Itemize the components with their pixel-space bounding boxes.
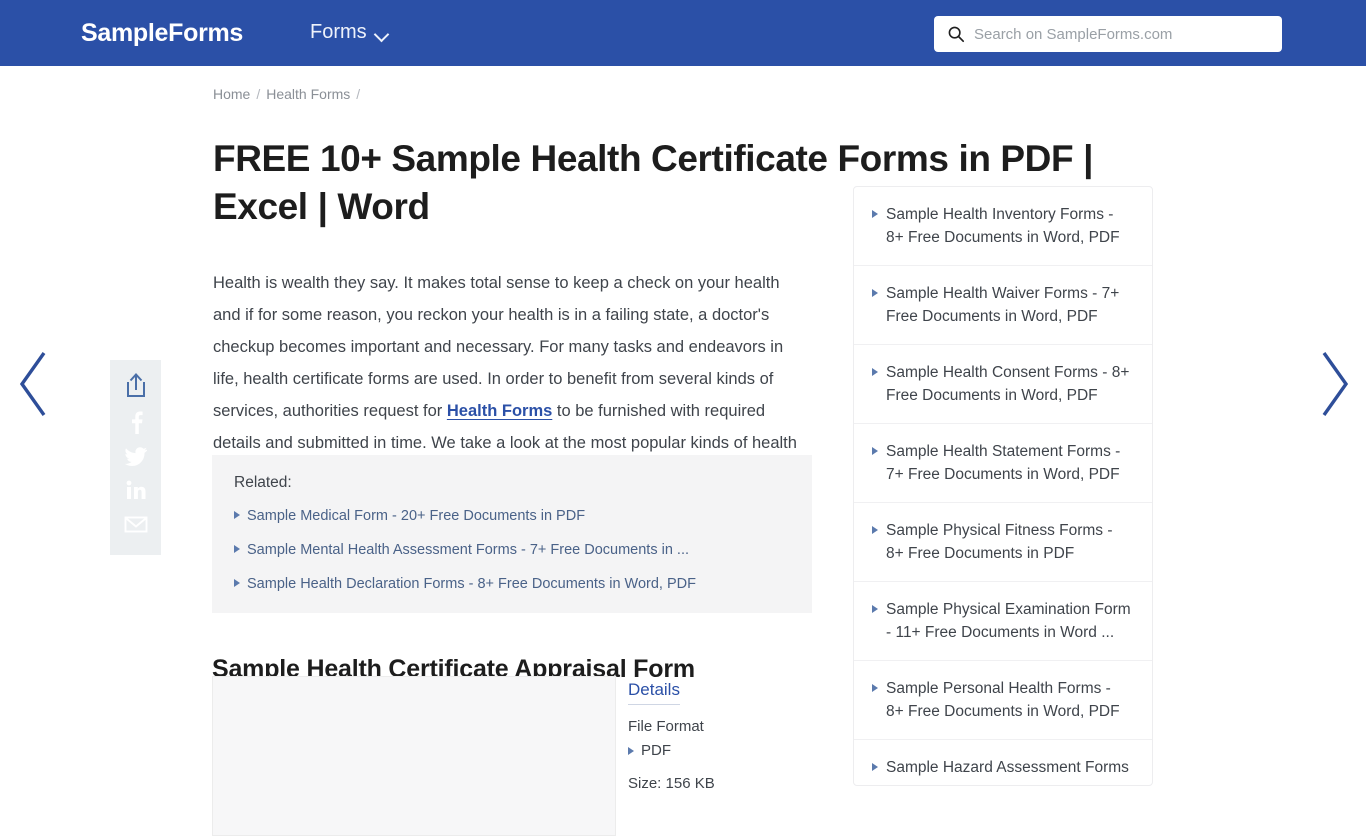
document-details: Details File Format PDF Size: 156 KB xyxy=(628,678,818,795)
share-icon[interactable] xyxy=(119,369,153,403)
breadcrumb-separator-2: / xyxy=(356,86,361,102)
sidebar-link-label: Sample Physical Fitness Forms - 8+ Free … xyxy=(886,522,1113,562)
search-input[interactable] xyxy=(974,23,1274,45)
sidebar-link-item[interactable]: Sample Health Waiver Forms - 7+ Free Doc… xyxy=(854,266,1152,345)
sidebar-link-item[interactable]: Sample Personal Health Forms - 8+ Free D… xyxy=(854,661,1152,740)
email-icon[interactable] xyxy=(119,507,153,541)
triangle-bullet-icon xyxy=(234,545,240,553)
nav-forms-label: Forms xyxy=(310,21,367,43)
triangle-bullet-icon xyxy=(234,579,240,587)
chevron-down-icon xyxy=(376,29,389,37)
triangle-bullet-icon xyxy=(872,526,878,534)
triangle-bullet-icon xyxy=(872,210,878,218)
triangle-bullet-icon xyxy=(234,511,240,519)
next-article-arrow[interactable] xyxy=(1312,349,1356,419)
triangle-bullet-icon xyxy=(872,447,878,455)
related-forms-sidebar: Sample Health Inventory Forms - 8+ Free … xyxy=(853,186,1153,786)
sidebar-link-item[interactable]: Sample Physical Fitness Forms - 8+ Free … xyxy=(854,503,1152,582)
paragraph-text-before-link: Health is wealth they say. It makes tota… xyxy=(213,273,784,420)
file-format-label: File Format xyxy=(628,718,704,735)
details-heading[interactable]: Details xyxy=(628,678,680,705)
sidebar-link-item[interactable]: Sample Health Consent Forms - 8+ Free Do… xyxy=(854,345,1152,424)
breadcrumb-home[interactable]: Home xyxy=(213,84,250,104)
file-format-value: PDF xyxy=(641,742,671,759)
twitter-icon-glyph xyxy=(124,447,147,466)
sidebar-link-item[interactable]: Sample Health Inventory Forms - 8+ Free … xyxy=(854,187,1152,266)
triangle-bullet-icon xyxy=(872,605,878,613)
email-icon-glyph xyxy=(124,516,147,533)
breadcrumb: Home / Health Forms / xyxy=(213,84,360,104)
related-link-item[interactable]: Sample Health Declaration Forms - 8+ Fre… xyxy=(234,573,794,595)
sidebar-link-label: Sample Health Waiver Forms - 7+ Free Doc… xyxy=(886,285,1120,325)
related-link-item[interactable]: Sample Medical Form - 20+ Free Documents… xyxy=(234,505,794,527)
file-format-value-row: PDF xyxy=(628,740,818,762)
linkedin-icon-glyph xyxy=(126,480,145,499)
sidebar-link-item[interactable]: Sample Health Statement Forms - 7+ Free … xyxy=(854,424,1152,503)
linkedin-icon[interactable] xyxy=(119,473,153,507)
related-link-label: Sample Medical Form - 20+ Free Documents… xyxy=(247,508,586,524)
twitter-icon[interactable] xyxy=(119,439,153,473)
nav-forms-dropdown[interactable]: Forms xyxy=(310,19,389,45)
related-link-label: Sample Health Declaration Forms - 8+ Fre… xyxy=(247,576,696,592)
facebook-icon[interactable] xyxy=(119,405,153,439)
related-links-list: Sample Medical Form - 20+ Free Documents… xyxy=(234,505,794,607)
site-logo[interactable]: SampleForms xyxy=(81,18,243,48)
site-header: SampleForms Forms xyxy=(0,0,1366,66)
search-icon xyxy=(948,26,965,43)
document-thumbnail[interactable] xyxy=(212,676,616,836)
sidebar-link-label: Sample Physical Examination Form - 11+ F… xyxy=(886,601,1131,641)
share-icon-glyph xyxy=(126,373,145,397)
prev-article-arrow[interactable] xyxy=(12,349,56,419)
social-share-rail xyxy=(110,360,161,555)
triangle-bullet-icon xyxy=(872,368,878,376)
facebook-icon-glyph xyxy=(131,411,143,434)
sidebar-link-label: Sample Health Statement Forms - 7+ Free … xyxy=(886,443,1121,483)
chevron-right-icon xyxy=(1322,352,1349,416)
chevron-left-icon xyxy=(19,352,46,416)
file-size: Size: 156 KB xyxy=(628,775,715,792)
sidebar-link-item[interactable]: Sample Physical Examination Form - 11+ F… xyxy=(854,582,1152,661)
breadcrumb-category[interactable]: Health Forms xyxy=(266,84,350,104)
triangle-bullet-icon xyxy=(872,763,878,771)
sidebar-link-item[interactable]: Sample Hazard Assessment Forms xyxy=(854,740,1152,785)
triangle-bullet-icon xyxy=(872,684,878,692)
search-box[interactable] xyxy=(934,16,1282,52)
sidebar-link-label: Sample Health Consent Forms - 8+ Free Do… xyxy=(886,364,1130,404)
sidebar-link-label: Sample Health Inventory Forms - 8+ Free … xyxy=(886,206,1120,246)
triangle-bullet-icon xyxy=(872,289,878,297)
related-heading: Related: xyxy=(234,474,292,491)
sidebar-link-label: Sample Personal Health Forms - 8+ Free D… xyxy=(886,680,1120,720)
related-links-box: Related: Sample Medical Form - 20+ Free … xyxy=(212,455,812,613)
related-link-label: Sample Mental Health Assessment Forms - … xyxy=(247,542,690,558)
triangle-bullet-icon xyxy=(628,747,634,755)
breadcrumb-separator-1: / xyxy=(256,86,261,102)
health-forms-link[interactable]: Health Forms xyxy=(447,402,552,420)
related-link-item[interactable]: Sample Mental Health Assessment Forms - … xyxy=(234,539,794,561)
